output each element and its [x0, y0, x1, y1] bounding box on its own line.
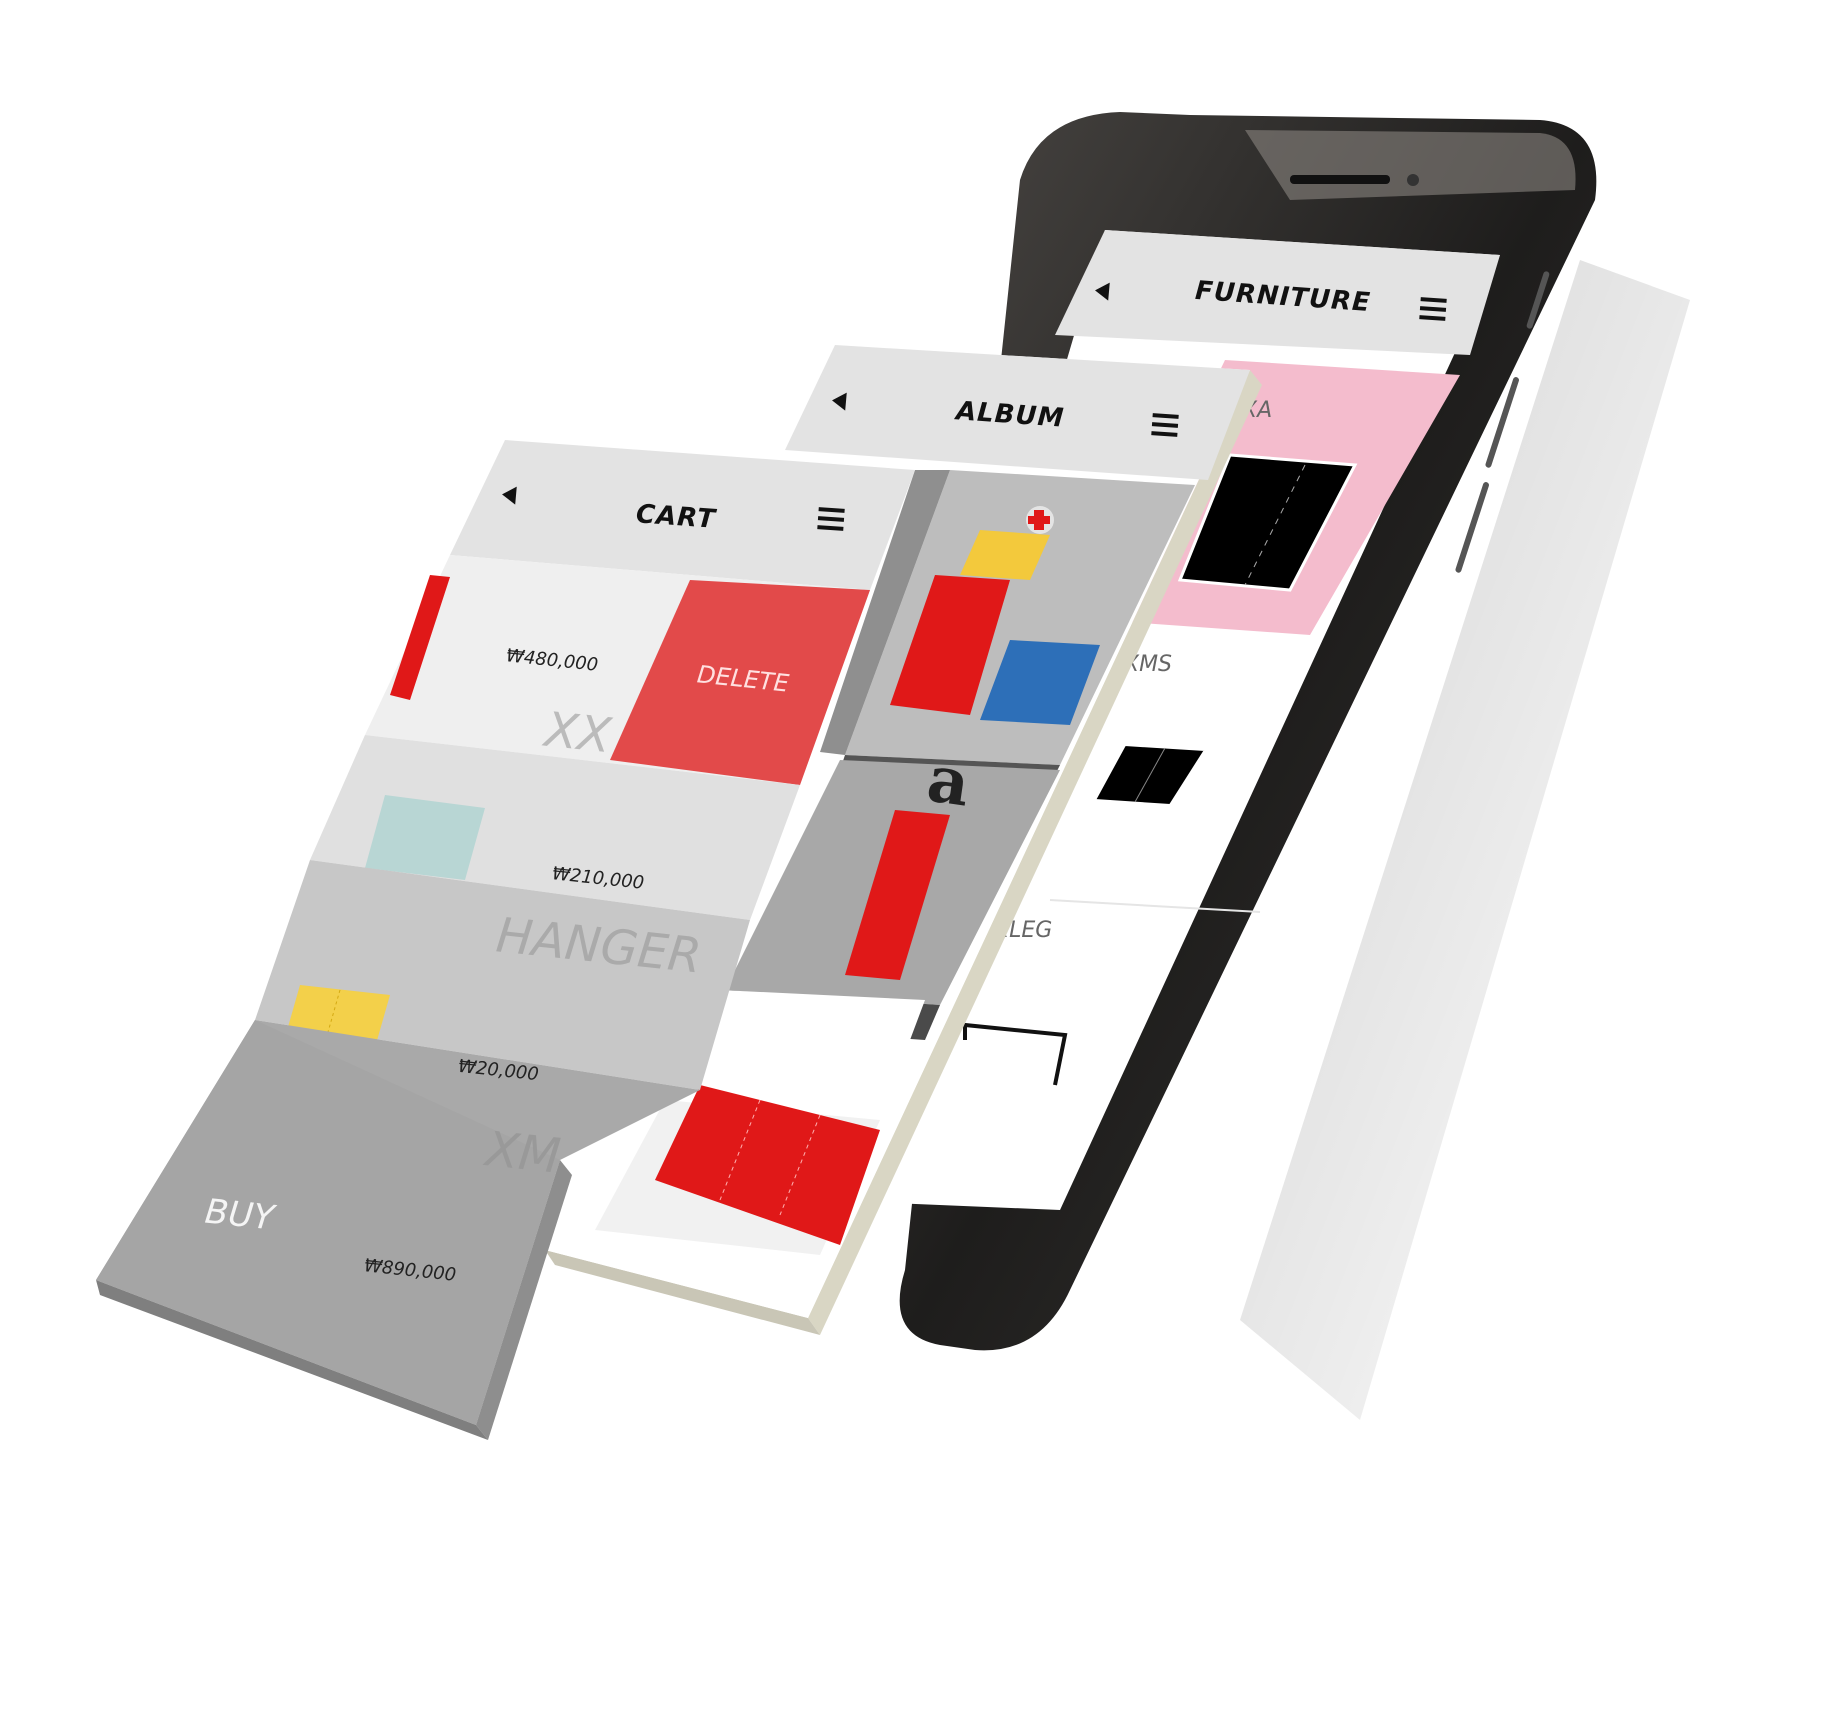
cart-title: CART — [635, 499, 717, 535]
cart-menu-icon[interactable] — [817, 507, 845, 531]
cart-item-name-xm: XM — [483, 1121, 564, 1185]
buy-button[interactable]: BUY — [203, 1192, 276, 1239]
cart-screen: CART ₩480,000 XX DELETE ₩210,000 HANGER … — [0, 0, 1834, 1710]
cart-item-name-xx: XX — [542, 701, 614, 765]
cart-back-icon[interactable] — [501, 485, 517, 505]
cart-screen-graphic — [96, 440, 915, 1440]
